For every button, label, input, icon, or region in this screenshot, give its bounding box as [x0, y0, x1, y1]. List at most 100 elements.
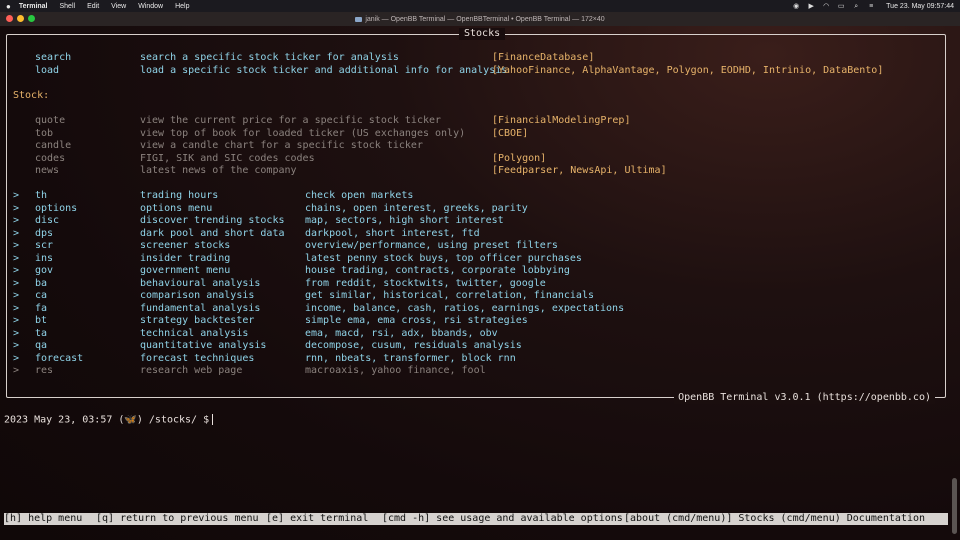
command-desc: search a specific stock ticker for analy…	[140, 52, 399, 63]
terminal-scrollbar[interactable]	[952, 478, 957, 534]
menu-shell[interactable]: Shell	[60, 3, 76, 10]
submenu-name: research web page	[140, 365, 243, 376]
submenu-arrow: >	[13, 352, 20, 364]
submenu-info: ema, macd, rsi, adx, bbands, obv	[305, 327, 498, 339]
submenu-command: ins	[35, 252, 54, 264]
battery-icon[interactable]: ▭	[837, 3, 845, 10]
submenu-info: macroaxis, yahoo finance, fool	[305, 365, 486, 376]
submenu-name: government menu	[140, 265, 231, 276]
submenu-name: strategy backtester	[140, 315, 255, 326]
terminal-content[interactable]: Stocks search search a specific stock ti…	[0, 26, 960, 540]
close-window-button[interactable]	[6, 15, 13, 22]
submenu-arrow: >	[13, 277, 20, 289]
submenu-command: scr	[35, 240, 54, 251]
submenu-name: fundamental analysis	[140, 302, 261, 314]
menubar-status-area: ◉ ▶ ◠ ▭ ⌕ ≡ Tue 23. May 09:57:44	[792, 0, 954, 12]
submenu-info: check open markets	[305, 190, 414, 201]
submenu-command: disc	[35, 215, 60, 226]
command-desc: view a candle chart for a specific stock…	[140, 140, 423, 151]
submenu-command: ca	[35, 290, 48, 301]
submenu-command: gov	[35, 265, 54, 276]
prompt-text: 2023 May 23, 03:57 (🦋) /stocks/ $	[4, 414, 210, 426]
status-back[interactable]: [q] return to previous menu	[96, 513, 259, 525]
submenu-name: dark pool and short data	[140, 227, 285, 239]
submenu-name: technical analysis	[140, 327, 249, 339]
search-icon[interactable]: ⌕	[852, 3, 860, 10]
panel-footer: OpenBB Terminal v3.0.1 (https://openbb.c…	[674, 392, 935, 404]
submenu-info: overview/performance, using preset filte…	[305, 240, 558, 251]
submenu-command: dps	[35, 227, 54, 239]
submenu-command: forecast	[35, 352, 84, 364]
submenu-arrow: >	[13, 227, 20, 239]
submenu-arrow: >	[13, 340, 20, 351]
apple-icon[interactable]: ●	[6, 2, 11, 11]
submenu-command: ta	[35, 327, 48, 339]
status-usage[interactable]: [cmd -h] see usage and available options	[382, 513, 623, 525]
submenu-info: decompose, cusum, residuals analysis	[305, 340, 522, 351]
submenu-info: chains, open interest, greeks, parity	[305, 202, 528, 214]
submenu-arrow: >	[13, 202, 20, 214]
menu-window[interactable]: Window	[138, 3, 163, 10]
window-titlebar: janik — OpenBB Terminal — OpenBBTerminal…	[0, 12, 960, 26]
menu-app[interactable]: Terminal	[19, 3, 48, 10]
submenu-name: options menu	[140, 202, 213, 214]
submenu-arrow: >	[13, 240, 20, 251]
menu-view[interactable]: View	[111, 3, 126, 10]
command-desc: view top of book for loaded ticker (US e…	[140, 127, 466, 139]
submenu-info: income, balance, cash, ratios, earnings,…	[305, 302, 625, 314]
submenu-name: insider trading	[140, 252, 231, 264]
command-desc: view the current price for a specific st…	[140, 115, 442, 126]
submenu-info: darkpool, short interest, ftd	[305, 227, 480, 239]
wifi-icon[interactable]: ◠	[822, 3, 830, 10]
submenu-command: fa	[35, 302, 48, 314]
submenu-name: quantitative analysis	[140, 340, 267, 351]
panel-title: Stocks	[459, 28, 506, 40]
menubar-clock[interactable]: Tue 23. May 09:57:44	[886, 3, 954, 10]
submenu-info: house trading, contracts, corporate lobb…	[305, 265, 570, 276]
section-label-stock: Stock:	[13, 90, 50, 101]
status-about[interactable]: [about (cmd/menu)] Stocks (cmd/menu) Doc…	[624, 513, 925, 525]
command-source: [YahooFinance, AlphaVantage, Polygon, EO…	[492, 65, 884, 76]
submenu-command: ba	[35, 277, 48, 289]
submenu-arrow: >	[13, 290, 20, 301]
menu-help[interactable]: Help	[175, 3, 189, 10]
submenu-info: simple ema, ema cross, rsi strategies	[305, 315, 528, 326]
submenu-arrow: >	[13, 252, 20, 264]
submenu-info: get similar, historical, correlation, fi…	[305, 290, 594, 301]
submenu-arrow: >	[13, 190, 20, 201]
status-bar: [h] help menu [q] return to previous men…	[4, 513, 948, 525]
submenu-arrow: >	[13, 265, 20, 276]
submenu-info: map, sectors, high short interest	[305, 215, 504, 226]
command-source: [FinanceDatabase]	[492, 52, 595, 63]
submenu-info: latest penny stock buys, top officer pur…	[305, 252, 582, 264]
macos-menubar: ● Terminal Shell Edit View Window Help ◉…	[0, 0, 960, 12]
command-prompt[interactable]: 2023 May 23, 03:57 (🦋) /stocks/ $	[4, 414, 214, 427]
command-name: codes	[35, 152, 66, 164]
window-title: janik — OpenBB Terminal — OpenBBTerminal…	[365, 15, 605, 23]
zoom-window-button[interactable]	[28, 15, 35, 22]
submenu-arrow: >	[13, 365, 20, 376]
window-controls	[6, 15, 35, 22]
submenu-arrow: >	[13, 302, 20, 314]
submenu-name: forecast techniques	[140, 352, 255, 364]
menu-edit[interactable]: Edit	[87, 3, 99, 10]
command-desc: load a specific stock ticker and additio…	[140, 65, 508, 76]
submenu-name: comparison analysis	[140, 290, 255, 301]
control-center-icon[interactable]: ≡	[867, 3, 875, 10]
submenu-name: screener stocks	[140, 240, 231, 251]
status-exit[interactable]: [e] exit terminal	[266, 513, 368, 525]
text-cursor	[212, 414, 214, 425]
command-desc: latest news of the company	[140, 165, 297, 176]
command-name: search	[35, 52, 72, 63]
command-source: [FinancialModelingPrep]	[492, 115, 631, 126]
submenu-command: th	[35, 190, 48, 201]
submenu-name: trading hours	[140, 190, 219, 201]
play-icon[interactable]: ▶	[807, 3, 815, 10]
status-help[interactable]: [h] help menu	[4, 513, 82, 525]
submenu-command: options	[35, 202, 78, 214]
minimize-window-button[interactable]	[17, 15, 24, 22]
folder-icon	[355, 16, 363, 22]
submenu-info: from reddit, stocktwits, twitter, google	[305, 277, 546, 289]
record-icon[interactable]: ◉	[792, 3, 800, 10]
stocks-panel: Stocks search search a specific stock ti…	[6, 28, 946, 404]
